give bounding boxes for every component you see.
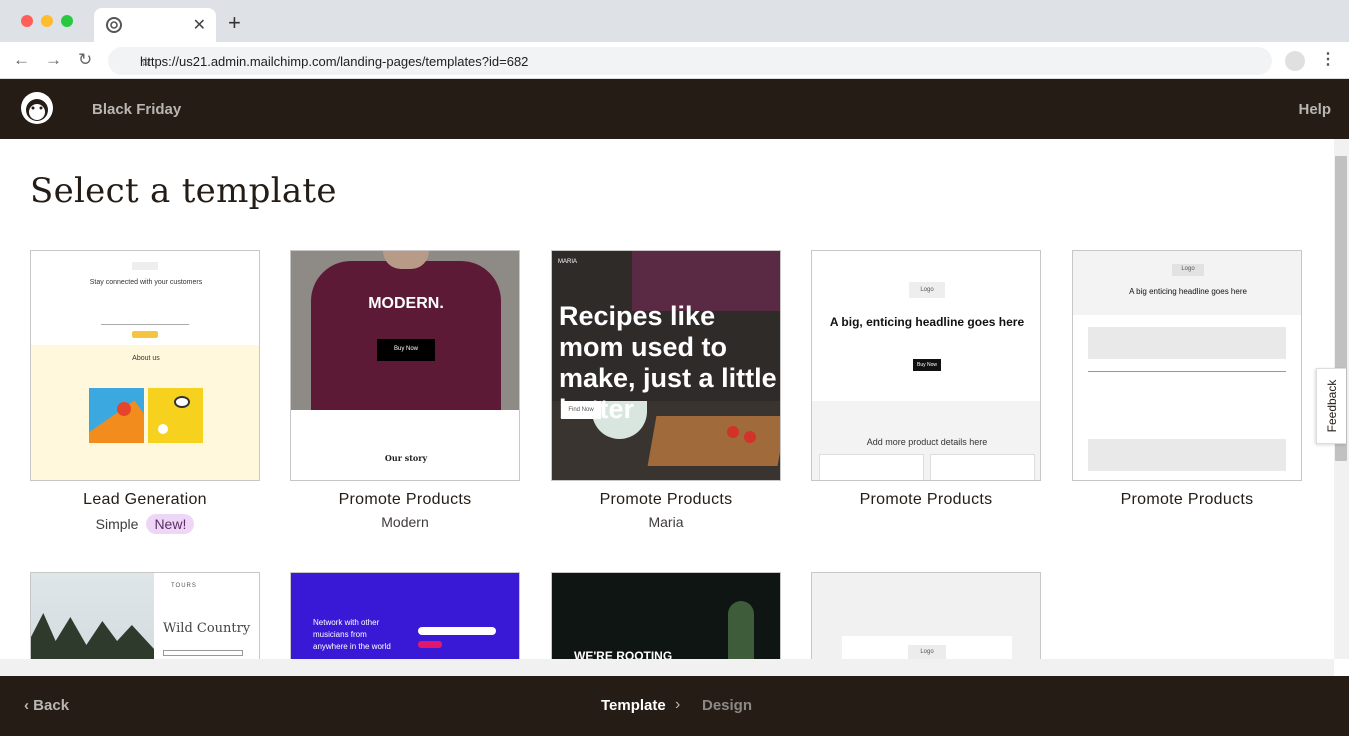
page-title: Select a template	[30, 171, 337, 211]
help-link[interactable]: Help	[1298, 101, 1331, 118]
thumb-headline: Wild Country	[163, 621, 251, 636]
step-design[interactable]: Design	[702, 697, 752, 714]
app-header: Black Friday Help	[0, 79, 1349, 139]
template-card-musicians[interactable]: Network with other musicians from anywhe…	[290, 572, 520, 659]
template-variant: Maria	[648, 514, 684, 530]
template-thumbnail[interactable]: Logo A big enticing headline goes here	[1072, 250, 1302, 481]
template-thumbnail[interactable]: TOURS Wild Country	[30, 572, 260, 659]
thumb-headline: A big, enticing headline goes here	[829, 315, 1025, 329]
template-card-wild-country[interactable]: TOURS Wild Country	[30, 572, 260, 659]
chrome-icon	[106, 17, 122, 33]
back-button[interactable]: ‹ Back	[24, 697, 69, 714]
thumb-button: Buy Now	[393, 346, 418, 352]
browser-menu-icon[interactable]: ⋮	[1320, 49, 1336, 69]
thumb-logo: Logo	[1181, 266, 1195, 272]
thumb-brand: TOURS	[171, 583, 197, 589]
thumb-text: WE'RE ROOTING	[574, 649, 673, 659]
variant-label: Simple	[95, 516, 139, 532]
back-label: Back	[33, 697, 70, 714]
thumb-text: Network with other musicians from anywhe…	[313, 618, 391, 651]
feedback-tab[interactable]: Feedback	[1316, 368, 1346, 444]
forward-arrow-icon[interactable]: →	[45, 50, 62, 70]
template-gallery: Select a template Stay connected with yo…	[0, 139, 1334, 659]
thumb-heading: Stay connected with your customers	[89, 279, 203, 286]
close-tab-icon[interactable]: ✕	[193, 15, 206, 35]
wizard-footer: ‹ Back Template › Design	[0, 676, 1349, 736]
template-variant: Modern	[381, 514, 429, 530]
browser-tab[interactable]: ✕	[94, 8, 216, 42]
thumb-about: About us	[132, 355, 160, 362]
chevron-right-icon: ›	[675, 696, 681, 713]
template-thumbnail[interactable]: MODERN. Buy Now Our story	[290, 250, 520, 481]
template-card-rooting[interactable]: WE'RE ROOTING	[551, 572, 781, 659]
bookmark-star-icon[interactable]: ☆	[140, 54, 1262, 70]
new-badge: New!	[146, 514, 195, 534]
maximize-window-button[interactable]	[61, 15, 73, 27]
template-thumbnail[interactable]: Logo	[811, 572, 1041, 659]
thumb-headline: A big enticing headline goes here	[1129, 287, 1247, 296]
campaign-title[interactable]: Black Friday	[92, 101, 181, 118]
back-arrow-icon[interactable]: ←	[13, 50, 30, 70]
address-bar[interactable]: https://us21.admin.mailchimp.com/landing…	[108, 47, 1272, 75]
mailchimp-logo-icon[interactable]	[18, 88, 56, 128]
step-template[interactable]: Template	[601, 697, 666, 714]
template-card-product-9[interactable]: Logo	[811, 572, 1041, 659]
browser-nav-bar: ← → ↻ https://us21.admin.mailchimp.com/l…	[0, 42, 1349, 79]
template-card-product-4[interactable]: Logo A big, enticing headline goes here …	[811, 250, 1041, 509]
thumb-details: Add more product details here	[866, 437, 988, 447]
template-name: Promote Products	[1120, 491, 1254, 508]
template-thumbnail[interactable]: Network with other musicians from anywhe…	[290, 572, 520, 659]
thumb-logo: Logo	[920, 649, 934, 655]
template-name: Lead Generation	[83, 491, 207, 508]
browser-tab-bar: ✕ +	[0, 0, 1349, 42]
reload-icon[interactable]: ↻	[78, 50, 92, 70]
template-variant: Simple New!	[30, 514, 260, 534]
thumb-button: Find Now	[568, 407, 594, 413]
close-window-button[interactable]	[21, 15, 33, 27]
template-thumbnail[interactable]: Stay connected with your customers About…	[30, 250, 260, 481]
template-name: Promote Products	[859, 491, 993, 508]
horizontal-scrollbar[interactable]	[0, 659, 1334, 676]
template-card-product-5[interactable]: Logo A big enticing headline goes here P…	[1072, 250, 1302, 509]
thumb-brand: MARIA	[558, 259, 578, 265]
template-thumbnail[interactable]: WE'RE ROOTING	[551, 572, 781, 659]
template-card-modern[interactable]: MODERN. Buy Now Our story Promote Produc…	[290, 250, 520, 530]
thumb-story: Our story	[384, 453, 428, 463]
thumb-logo: Logo	[920, 287, 934, 293]
template-thumbnail[interactable]: Logo A big, enticing headline goes here …	[811, 250, 1041, 481]
feedback-label: Feedback	[1325, 379, 1339, 433]
thumb-button: Buy Now	[916, 362, 937, 368]
profile-avatar-icon[interactable]	[1285, 51, 1305, 71]
template-card-maria[interactable]: MARIA Recipes like mom used to make, jus…	[551, 250, 781, 530]
template-thumbnail[interactable]: MARIA Recipes like mom used to make, jus…	[551, 250, 781, 481]
minimize-window-button[interactable]	[41, 15, 53, 27]
chevron-left-icon: ‹	[24, 697, 34, 714]
thumb-brand: MODERN.	[368, 295, 444, 312]
template-card-lead-generation[interactable]: Stay connected with your customers About…	[30, 250, 260, 534]
new-tab-button[interactable]: +	[228, 12, 241, 34]
template-name: Promote Products	[338, 491, 472, 508]
template-name: Promote Products	[599, 491, 733, 508]
